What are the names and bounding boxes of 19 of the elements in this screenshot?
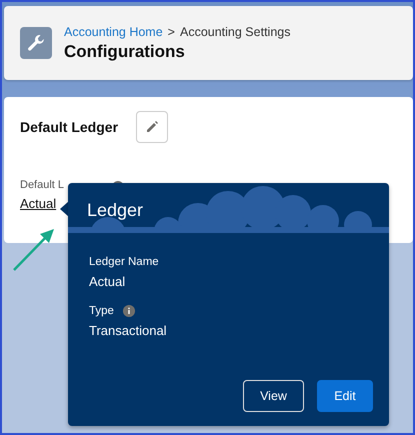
breadcrumb-separator: > — [168, 24, 175, 38]
popover-title: Ledger — [87, 200, 144, 221]
ledger-link[interactable]: Actual — [20, 196, 56, 211]
field-label: Ledger Name — [89, 256, 159, 268]
view-button[interactable]: View — [243, 380, 304, 412]
breadcrumb-item: Accounting Settings — [180, 24, 290, 38]
page-title: Configurations — [64, 42, 186, 62]
breadcrumb-link[interactable]: Accounting Home — [64, 24, 163, 38]
card-title: Default Ledger — [20, 119, 118, 135]
wrench-icon — [20, 27, 52, 59]
pointer-arrow — [12, 226, 56, 272]
field-label: Type — [89, 305, 114, 317]
field-value: Transactional — [89, 323, 167, 338]
pencil-icon — [145, 120, 160, 134]
edit-button[interactable]: Edit — [317, 380, 373, 412]
field-label: Default L — [20, 179, 64, 191]
field-value: Actual — [89, 274, 126, 289]
info-icon — [122, 305, 135, 317]
edit-button[interactable] — [136, 111, 168, 143]
